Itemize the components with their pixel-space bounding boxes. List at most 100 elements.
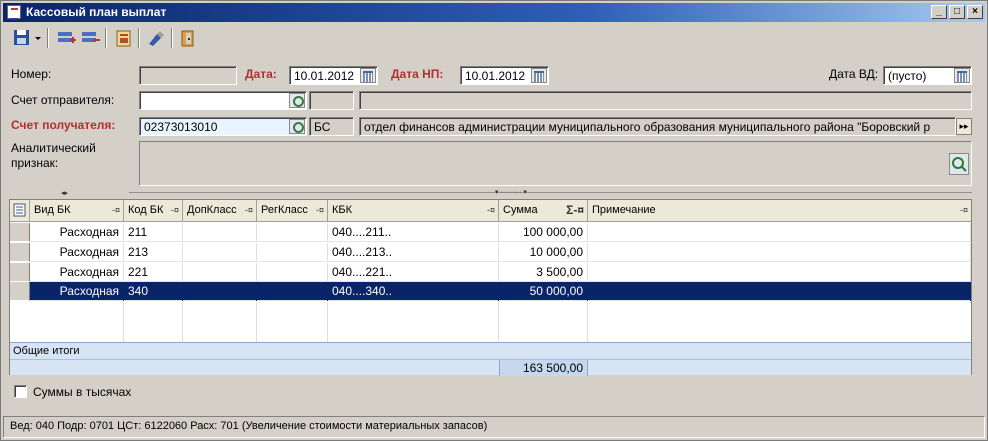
splitter-handle-icon[interactable]: ▾ ········· ▾ xyxy=(495,188,527,196)
cell-summa: 100 000,00 xyxy=(499,223,588,242)
schet-otpr-field[interactable] xyxy=(139,91,307,110)
row-header[interactable] xyxy=(10,282,30,301)
data-vd-field[interactable]: (пусто) xyxy=(883,66,972,85)
schet-pol-name: отдел финансов администрации муниципальн… xyxy=(359,117,956,136)
delete-row-button[interactable] xyxy=(79,27,101,49)
report-button[interactable] xyxy=(113,27,135,49)
table-row-selected[interactable]: Расходная 340 040....340.. 50 000,00 xyxy=(10,282,971,301)
column-header-kod-bk[interactable]: Код БК -¤ xyxy=(124,200,183,222)
add-row-button[interactable] xyxy=(55,27,77,49)
tool-icon xyxy=(149,31,164,46)
cell-summa: 3 500,00 xyxy=(499,263,588,282)
splitter-line xyxy=(129,192,972,193)
analit-field[interactable] xyxy=(139,141,972,186)
data-np-field[interactable]: 10.01.2012 xyxy=(460,66,549,85)
close-button[interactable]: × xyxy=(967,5,983,19)
expand-icon[interactable]: ▸▸ xyxy=(956,118,972,135)
data-value: 10.01.2012 xyxy=(294,69,355,83)
pin-icon[interactable]: -¤ xyxy=(960,205,968,215)
data-np-value: 10.01.2012 xyxy=(465,69,526,83)
analit-label-line1: Аналитический xyxy=(11,141,96,155)
cell-kod-bk: 221 xyxy=(124,263,183,282)
toolbar-separator xyxy=(47,28,49,48)
row-header[interactable] xyxy=(10,263,30,282)
pin-icon[interactable]: -¤ xyxy=(487,205,495,215)
cell-vid-bk: Расходная xyxy=(30,223,124,242)
table-row[interactable]: Расходная 213 040....213.. 10 000,00 xyxy=(10,243,971,262)
column-header-summa[interactable]: Сумма Σ-¤ xyxy=(499,200,588,222)
schet-otpr-name xyxy=(359,91,972,110)
totals-sum: 163 500,00 xyxy=(499,360,588,376)
table-row[interactable]: Расходная 221 040....221.. 3 500,00 xyxy=(10,263,971,282)
dropdown-arrow-icon xyxy=(35,37,41,40)
exit-button[interactable] xyxy=(177,27,199,49)
cell-regklass xyxy=(257,282,328,301)
cell-dopklass xyxy=(183,223,257,242)
column-header-kbk[interactable]: КБК -¤ xyxy=(328,200,499,222)
cell-vid-bk: Расходная xyxy=(30,282,124,301)
cell-primechanie xyxy=(588,282,971,301)
cell-kbk: 040....221.. xyxy=(328,263,499,282)
minimize-button[interactable]: _ xyxy=(931,5,947,19)
document-icon xyxy=(7,5,21,20)
title-bar: Кассовый план выплат _ □ × xyxy=(3,3,985,22)
cell-dopklass xyxy=(183,263,257,282)
status-text: Вед: 040 Подр: 0701 ЦСт: 6122060 Расх: 7… xyxy=(10,420,488,432)
grid-header: Вид БК -¤ Код БК -¤ ДопКласс -¤ РегКласс -¤ … xyxy=(10,200,971,222)
splitter-handle-icon[interactable]: ◂▸ xyxy=(61,189,68,197)
cell-summa: 10 000,00 xyxy=(499,243,588,262)
calendar-icon[interactable] xyxy=(954,68,970,83)
row-header[interactable] xyxy=(10,243,30,262)
maximize-button[interactable]: □ xyxy=(949,5,965,19)
column-header-dopklass[interactable]: ДопКласс -¤ xyxy=(183,200,257,222)
cell-vid-bk: Расходная xyxy=(30,263,124,282)
cell-vid-bk: Расходная xyxy=(30,243,124,262)
delete-row-icon xyxy=(82,32,100,42)
pin-icon[interactable]: -¤ xyxy=(316,205,324,215)
save-dropdown-button[interactable] xyxy=(33,27,43,49)
schet-pol-code: БС xyxy=(309,117,354,136)
lookup-icon[interactable] xyxy=(289,119,305,134)
toolbar-separator xyxy=(171,28,173,48)
tool-button[interactable] xyxy=(145,27,167,49)
data-vd-value: (пусто) xyxy=(888,69,927,83)
cell-dopklass xyxy=(183,243,257,262)
thousands-label[interactable]: Суммы в тысячах xyxy=(33,385,131,399)
toolbar-separator xyxy=(138,28,140,48)
nomer-field[interactable] xyxy=(139,66,237,85)
totals-row: 163 500,00 xyxy=(10,359,971,376)
save-button[interactable] xyxy=(11,27,33,49)
schet-otpr-code xyxy=(309,91,354,110)
grid-settings-icon[interactable] xyxy=(10,200,30,222)
pin-icon[interactable]: -¤ xyxy=(245,205,253,215)
data-field[interactable]: 10.01.2012 xyxy=(289,66,378,85)
cell-kod-bk: 213 xyxy=(124,243,183,262)
calendar-icon[interactable] xyxy=(360,68,376,83)
cell-regklass xyxy=(257,243,328,262)
payments-grid[interactable]: Вид БК -¤ Код БК -¤ ДопКласс -¤ РегКласс -¤ … xyxy=(9,199,972,376)
exit-icon xyxy=(181,30,194,47)
window-title: Кассовый план выплат xyxy=(26,5,167,19)
column-header-vid-bk[interactable]: Вид БК -¤ xyxy=(30,200,124,222)
save-icon xyxy=(14,30,29,45)
kassovyi-plan-window: Кассовый план выплат _ □ × Номер: Дата: … xyxy=(0,0,988,441)
pin-icon[interactable]: -¤ xyxy=(171,205,179,215)
data-np-label: Дата НП: xyxy=(391,67,444,81)
status-bar: Вед: 040 Подр: 0701 ЦСт: 6122060 Расх: 7… xyxy=(3,416,985,438)
lookup-icon[interactable] xyxy=(949,153,969,175)
schet-pol-value: 02373013010 xyxy=(144,120,218,134)
calendar-icon[interactable] xyxy=(531,68,547,83)
lookup-icon[interactable] xyxy=(289,93,305,108)
column-header-regklass[interactable]: РегКласс -¤ xyxy=(257,200,328,222)
pin-icon[interactable]: -¤ xyxy=(112,205,120,215)
cell-dopklass xyxy=(183,282,257,301)
table-row[interactable]: Расходная 211 040....211.. 100 000,00 xyxy=(10,223,971,242)
column-header-primechanie[interactable]: Примечание -¤ xyxy=(588,200,971,222)
column-splitter[interactable]: ◂▸ ▾ ········· ▾ xyxy=(9,189,972,197)
thousands-checkbox[interactable] xyxy=(14,385,27,398)
cell-primechanie xyxy=(588,263,971,282)
row-header[interactable] xyxy=(10,223,30,242)
sigma-icon[interactable]: Σ-¤ xyxy=(566,203,584,217)
cell-primechanie xyxy=(588,243,971,262)
schet-pol-field[interactable]: 02373013010 xyxy=(139,117,307,136)
